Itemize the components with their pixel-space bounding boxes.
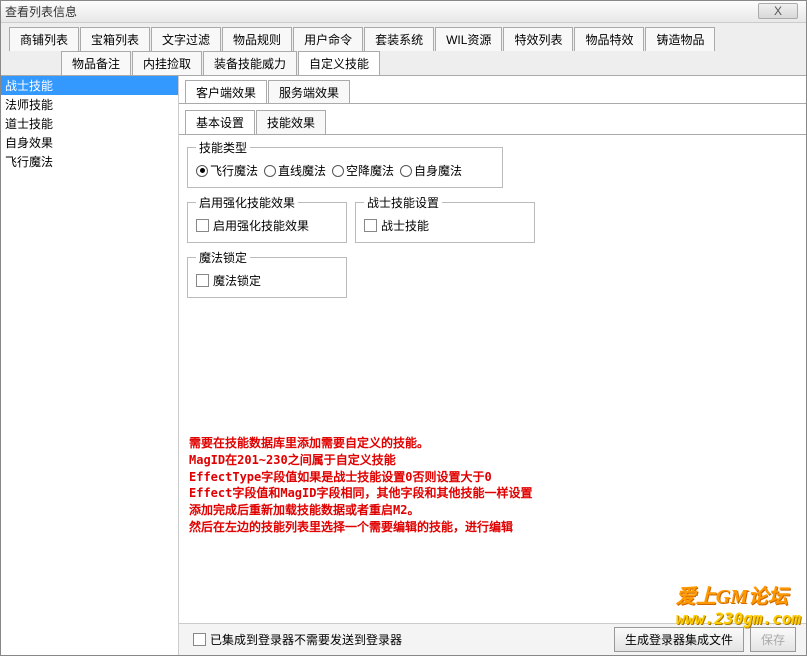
close-button[interactable]: X [758, 3, 798, 19]
window-title: 查看列表信息 [5, 3, 77, 20]
titlebar: 查看列表信息 X [1, 1, 806, 23]
enhance-group: 启用强化技能效果 启用强化技能效果 [187, 194, 347, 243]
radio-icon [332, 165, 344, 177]
tab-item-effect[interactable]: 物品特效 [574, 27, 644, 51]
tab-box-list[interactable]: 宝箱列表 [80, 27, 150, 51]
sidebar-item-self-effect[interactable]: 自身效果 [1, 133, 178, 152]
sidebar-item-mage-skill[interactable]: 法师技能 [1, 95, 178, 114]
skill-list-sidebar[interactable]: 战士技能 法师技能 道士技能 自身效果 飞行魔法 [1, 76, 179, 655]
lock-checkbox[interactable]: 魔法锁定 [196, 272, 338, 289]
tab-basic-setting[interactable]: 基本设置 [185, 110, 255, 134]
radio-self-magic[interactable]: 自身魔法 [400, 162, 462, 179]
tab-forge-item[interactable]: 铸造物品 [645, 27, 715, 51]
warrior-group: 战士技能设置 战士技能 [355, 194, 535, 243]
tab-server-effect[interactable]: 服务端效果 [268, 80, 350, 104]
skill-type-legend: 技能类型 [196, 139, 250, 156]
tab-client-effect[interactable]: 客户端效果 [185, 80, 267, 104]
footer-bar: 已集成到登录器不需要发送到登录器 生成登录器集成文件 保存 [179, 623, 806, 655]
content-area: 战士技能 法师技能 道士技能 自身效果 飞行魔法 客户端效果 服务端效果 基本设… [1, 75, 806, 655]
tab-equip-skill-power[interactable]: 装备技能威力 [203, 51, 297, 75]
radio-fly-magic[interactable]: 飞行魔法 [196, 162, 258, 179]
radio-icon [196, 165, 208, 177]
checkbox-icon [196, 219, 209, 232]
tab-wil-res[interactable]: WIL资源 [435, 27, 502, 51]
basic-setting-body: 技能类型 飞行魔法 直线魔法 空降魔法 自身魔法 启用强化技能效果 启用强化技能… [179, 134, 806, 308]
checkbox-icon [364, 219, 377, 232]
client-server-tabs: 客户端效果 服务端效果 [179, 76, 806, 104]
checkbox-icon [196, 274, 209, 287]
close-icon: X [774, 4, 782, 18]
skill-type-group: 技能类型 飞行魔法 直线魔法 空降魔法 自身魔法 [187, 139, 503, 188]
tab-text-filter[interactable]: 文字过滤 [151, 27, 221, 51]
setting-tabs: 基本设置 技能效果 [179, 104, 806, 134]
tab-skill-effect[interactable]: 技能效果 [256, 110, 326, 134]
warrior-checkbox[interactable]: 战士技能 [364, 217, 526, 234]
generate-login-file-button[interactable]: 生成登录器集成文件 [614, 627, 744, 652]
tab-item-note[interactable]: 物品备注 [61, 51, 131, 75]
tab-custom-skill[interactable]: 自定义技能 [298, 51, 380, 75]
instruction-text: 需要在技能数据库里添加需要自定义的技能。 MagID在201~230之间属于自定… [189, 435, 532, 536]
window: 查看列表信息 X 商铺列表 宝箱列表 文字过滤 物品规则 用户命令 套装系统 W… [0, 0, 807, 656]
sidebar-item-fly-magic[interactable]: 飞行魔法 [1, 152, 178, 171]
tab-auto-pickup[interactable]: 内挂捡取 [132, 51, 202, 75]
top-tab-row-2: 物品备注 内挂捡取 装备技能威力 自定义技能 [1, 51, 806, 75]
lock-legend: 魔法锁定 [196, 249, 250, 266]
radio-drop-magic[interactable]: 空降魔法 [332, 162, 394, 179]
top-tab-row-1: 商铺列表 宝箱列表 文字过滤 物品规则 用户命令 套装系统 WIL资源 特效列表… [1, 23, 806, 51]
sidebar-item-taoist-skill[interactable]: 道士技能 [1, 114, 178, 133]
main-panel: 客户端效果 服务端效果 基本设置 技能效果 技能类型 飞行魔法 直线魔法 空降魔… [179, 76, 806, 655]
radio-icon [400, 165, 412, 177]
tab-effect-list[interactable]: 特效列表 [503, 27, 573, 51]
save-button[interactable]: 保存 [750, 627, 796, 652]
tab-user-cmd[interactable]: 用户命令 [293, 27, 363, 51]
enhance-legend: 启用强化技能效果 [196, 194, 298, 211]
checkbox-icon [193, 633, 206, 646]
sidebar-item-warrior-skill[interactable]: 战士技能 [1, 76, 178, 95]
tab-suit-system[interactable]: 套装系统 [364, 27, 434, 51]
radio-icon [264, 165, 276, 177]
tab-shop-list[interactable]: 商铺列表 [9, 27, 79, 51]
integrated-checkbox[interactable]: 已集成到登录器不需要发送到登录器 [193, 631, 402, 648]
enhance-checkbox[interactable]: 启用强化技能效果 [196, 217, 338, 234]
lock-group: 魔法锁定 魔法锁定 [187, 249, 347, 298]
tab-item-rule[interactable]: 物品规则 [222, 27, 292, 51]
radio-line-magic[interactable]: 直线魔法 [264, 162, 326, 179]
client-effect-panel: 基本设置 技能效果 技能类型 飞行魔法 直线魔法 空降魔法 自身魔法 [179, 103, 806, 623]
warrior-legend: 战士技能设置 [364, 194, 442, 211]
